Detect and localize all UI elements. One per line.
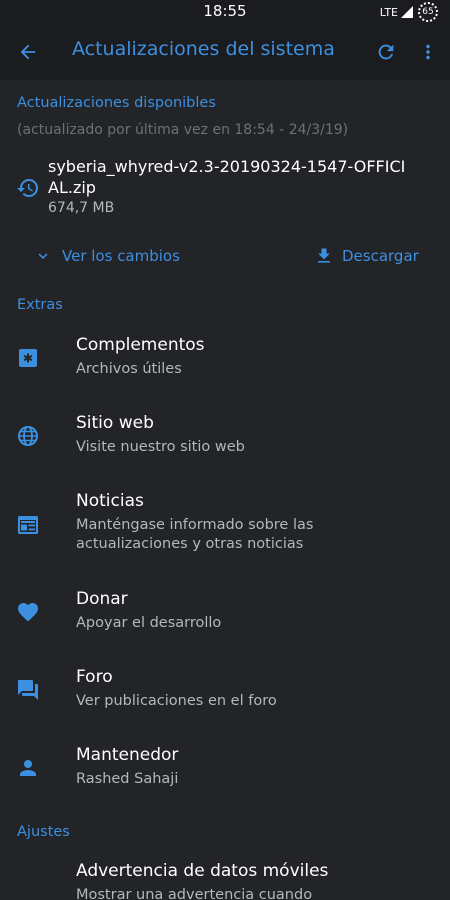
signal-icon bbox=[401, 6, 413, 18]
battery-level: 65 bbox=[422, 7, 434, 17]
pref-title: Complementos bbox=[76, 335, 205, 355]
settings-header: Ajustes bbox=[17, 824, 70, 840]
addon-icon bbox=[19, 349, 37, 367]
page-title: Actualizaciones del sistema bbox=[72, 38, 335, 60]
pref-summary: Archivos útiles bbox=[76, 361, 182, 377]
heart-icon bbox=[18, 603, 38, 622]
back-button[interactable] bbox=[14, 38, 42, 66]
view-changes-label: Ver los cambios bbox=[62, 247, 180, 265]
forum-icon bbox=[18, 680, 38, 700]
news-icon bbox=[18, 516, 38, 534]
battery-icon: 65 bbox=[418, 2, 438, 22]
updates-header: Actualizaciones disponibles bbox=[17, 95, 216, 111]
pref-title: Foro bbox=[76, 667, 113, 687]
view-changes-button[interactable]: Ver los cambios bbox=[34, 245, 180, 267]
more-vert-icon bbox=[426, 44, 430, 60]
overflow-menu-button[interactable] bbox=[414, 38, 442, 66]
refresh-icon bbox=[378, 44, 394, 60]
refresh-button[interactable] bbox=[372, 38, 400, 66]
pref-summary: Apoyar el desarrollo bbox=[76, 615, 222, 631]
pref-summary: Visite nuestro sitio web bbox=[76, 439, 245, 455]
pref-summary: Rashed Sahaji bbox=[76, 771, 179, 787]
pref-title: Mantenedor bbox=[76, 745, 179, 765]
download-label: Descargar bbox=[342, 247, 419, 265]
status-icons: LTE 65 bbox=[380, 2, 438, 22]
pref-title: Noticias bbox=[76, 491, 144, 511]
network-type: LTE bbox=[379, 5, 398, 19]
pref-title: Sitio web bbox=[76, 413, 154, 433]
pref-item-forum[interactable]: Foro Ver publicaciones en el foro bbox=[0, 654, 450, 732]
app-bar: Actualizaciones del sistema bbox=[0, 24, 450, 80]
pref-summary: Mostrar una advertencia cuando bbox=[76, 887, 313, 900]
status-bar: 18:55 LTE 65 bbox=[0, 0, 450, 24]
download-icon bbox=[318, 248, 330, 263]
update-file-size: 674,7 MB bbox=[48, 200, 115, 216]
download-button[interactable]: Descargar bbox=[314, 245, 419, 267]
person-icon bbox=[20, 760, 36, 776]
pref-item-mobile-data-warning[interactable]: Advertencia de datos móviles Mostrar una… bbox=[0, 848, 450, 900]
pref-title: Advertencia de datos móviles bbox=[76, 861, 329, 881]
pref-summary: Manténgase informado sobre las actualiza… bbox=[76, 517, 314, 552]
globe-icon bbox=[18, 426, 38, 446]
last-updated-text: (actualizado por última vez en 18:54 - 2… bbox=[17, 122, 349, 138]
extras-header: Extras bbox=[17, 297, 63, 313]
pref-summary: Ver publicaciones en el foro bbox=[76, 693, 277, 709]
pref-item-maintainer[interactable]: Mantenedor Rashed Sahaji bbox=[0, 732, 450, 810]
pref-item-website[interactable]: Sitio web Visite nuestro sitio web bbox=[0, 400, 450, 478]
pref-title: Donar bbox=[76, 589, 128, 609]
pref-item-addons[interactable]: Complementos Archivos útiles bbox=[0, 322, 450, 400]
pref-item-news[interactable]: Noticias Manténgase informado sobre las … bbox=[0, 478, 450, 576]
back-arrow-icon bbox=[20, 44, 36, 60]
update-file-name: syberia_whyred-v2.3-20190324-1547-OFFICI… bbox=[48, 157, 406, 197]
pref-item-donate[interactable]: Donar Apoyar el desarrollo bbox=[0, 576, 450, 654]
update-icon bbox=[17, 179, 38, 197]
chevron-down-icon bbox=[38, 253, 48, 259]
